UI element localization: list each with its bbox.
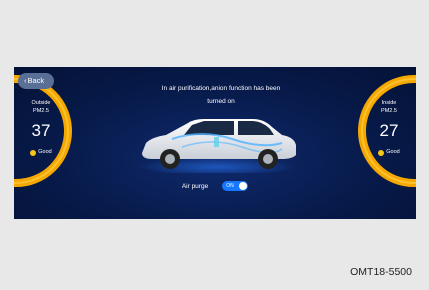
air-purge-label: Air purge	[181, 182, 209, 190]
good-icon	[378, 149, 385, 156]
inside-gauge-text: Inside PM2.5 27 Good	[366, 99, 412, 161]
toggle-state-text: ON	[226, 183, 234, 189]
outside-pm-value: 37	[31, 121, 51, 140]
inside-pm25-gauge: Inside PM2.5 27 Good	[354, 71, 416, 191]
toggle-knob	[239, 182, 248, 190]
inside-pm-value: 27	[379, 121, 399, 140]
inside-label: Inside	[381, 100, 397, 106]
inside-status-text: Good	[386, 149, 400, 155]
car-image	[137, 119, 297, 175]
back-button[interactable]: ‹ Back	[18, 73, 55, 89]
status-message: In air purification,anion function has b…	[134, 82, 308, 108]
outside-status-text: Good	[38, 149, 52, 155]
message-line-2: turned on	[207, 98, 235, 105]
good-icon	[30, 149, 37, 156]
outside-label: Outside	[31, 100, 51, 106]
outside-pm25-gauge: Outside PM2.5 37 Good	[14, 71, 76, 191]
back-label: Back	[27, 76, 45, 85]
figure-reference: OMT18-5500	[350, 266, 412, 278]
air-purge-toggle[interactable]: ON	[222, 181, 249, 191]
chevron-left-icon: ‹	[24, 76, 27, 85]
inside-pm-label: PM2.5	[381, 108, 397, 114]
outside-gauge-text: Outside PM2.5 37 Good	[18, 99, 64, 161]
message-line-1: In air purification,anion function has b…	[161, 85, 281, 92]
car-illustration	[132, 109, 302, 175]
air-purge-row: Air purge ON	[14, 181, 416, 191]
outside-status: Good	[30, 148, 52, 157]
hvac-screen: Outside PM2.5 37 Good Inside PM2.5 27 Go…	[14, 67, 416, 219]
outside-pm-label: PM2.5	[33, 108, 49, 114]
inside-status: Good	[378, 148, 400, 157]
